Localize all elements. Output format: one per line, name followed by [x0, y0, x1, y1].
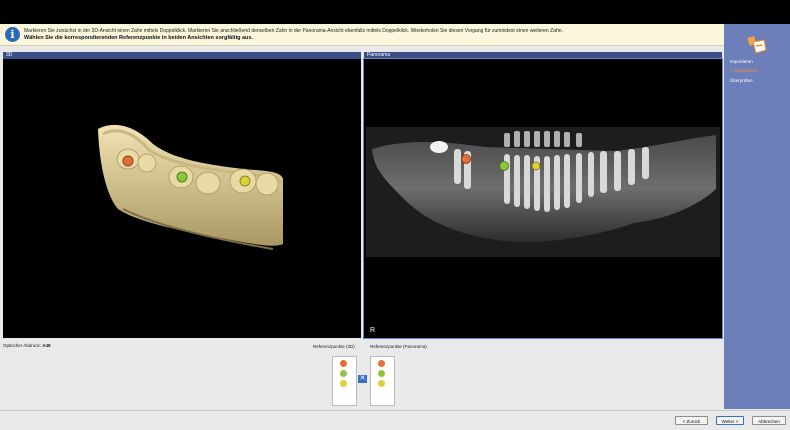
- ref-point-3d-2-marker[interactable]: [340, 370, 347, 377]
- next-button[interactable]: Weiter >: [716, 416, 744, 425]
- info-text-line2: Wählen Sie die korrespondierenden Refere…: [24, 35, 254, 41]
- view-3d[interactable]: [3, 59, 361, 338]
- ref-point-3d-2[interactable]: [176, 171, 188, 183]
- cancel-button[interactable]: Abbrechen: [752, 416, 786, 425]
- ref-point-pano-3-marker[interactable]: [378, 380, 385, 387]
- ref-points-pano-label: Referenzpunkte (Panorama): [370, 344, 427, 349]
- orientation-marker: R: [370, 327, 375, 334]
- registration-logo-icon: [747, 36, 767, 54]
- ref-points-pano-list[interactable]: [370, 356, 395, 406]
- info-text-line1: Markieren Sie zunächst in der 3D-Ansicht…: [24, 28, 563, 34]
- back-button[interactable]: < Zurück: [675, 416, 708, 425]
- optical-label-text: Optischer Abdruck:: [3, 343, 42, 348]
- view-panorama[interactable]: R: [363, 58, 723, 339]
- step-import[interactable]: Importieren: [730, 59, 753, 64]
- link-ref-points-button[interactable]: ✕: [358, 375, 367, 383]
- panorama-xray: R: [366, 127, 720, 334]
- info-icon: i: [5, 27, 20, 42]
- optical-value: A48: [42, 343, 51, 348]
- panel-header-3d: 3D: [3, 52, 361, 59]
- ref-points-3d-list[interactable]: [332, 356, 357, 406]
- ref-point-pano-1-marker[interactable]: [378, 360, 385, 367]
- panel-header-panorama: Panorama: [364, 52, 722, 59]
- button-bar: [0, 410, 790, 430]
- step-verify[interactable]: Überprüfen: [730, 78, 753, 83]
- ref-point-pano-2-marker[interactable]: [378, 370, 385, 377]
- ref-point-3d-1[interactable]: [122, 155, 134, 167]
- ref-point-3d-3-marker[interactable]: [340, 380, 347, 387]
- wizard-steps-sidebar: Importieren » Registrieren Überprüfen: [724, 24, 790, 409]
- optical-impression-label: Optischer Abdruck: A48: [3, 343, 51, 348]
- info-banner: i Markieren Sie zunächst in der 3D-Ansic…: [0, 24, 724, 46]
- ref-point-3d-3[interactable]: [239, 175, 251, 187]
- ref-point-3d-1-marker[interactable]: [340, 360, 347, 367]
- ref-points-3d-label: Referenzpunkte (3D): [313, 344, 355, 349]
- step-register[interactable]: » Registrieren: [730, 68, 758, 73]
- dental-model-3d: [98, 124, 283, 250]
- ref-point-pano-2[interactable]: [499, 161, 509, 171]
- ref-point-pano-1[interactable]: [461, 154, 471, 164]
- ref-point-pano-3[interactable]: [531, 161, 541, 171]
